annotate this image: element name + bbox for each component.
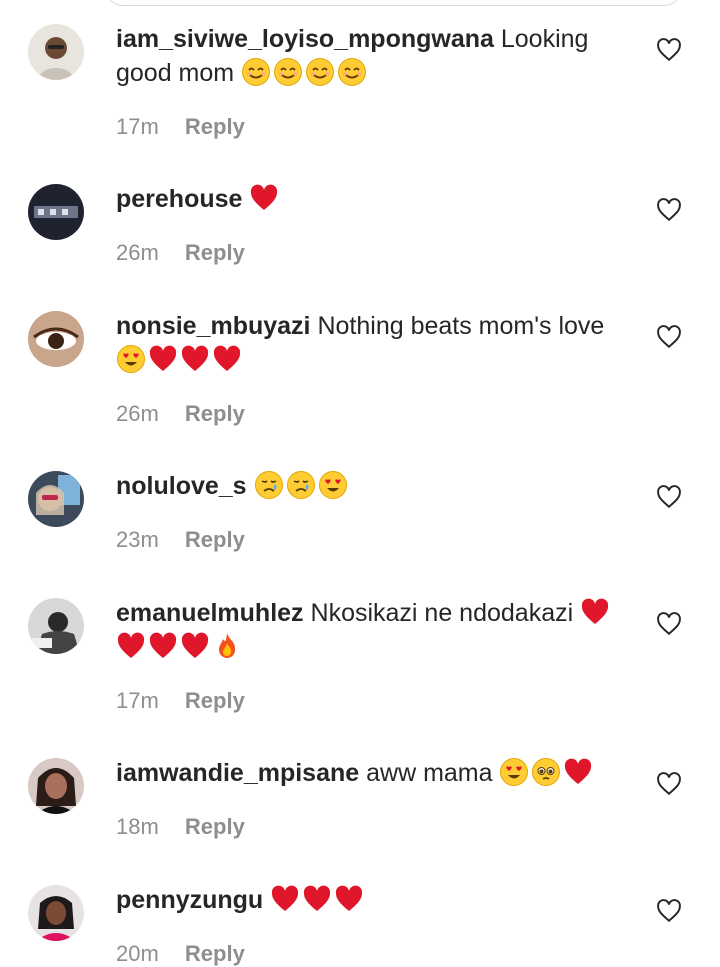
reply-button[interactable]: Reply <box>185 688 245 713</box>
smile-emoji-icon <box>337 57 369 87</box>
like-heart-icon[interactable] <box>656 899 682 923</box>
comment-text: nolulove_s <box>116 469 631 503</box>
smile-emoji-icon <box>273 57 305 87</box>
comment-username[interactable]: nolulove_s <box>116 472 247 500</box>
heart-emoji-icon <box>148 344 180 374</box>
avatar[interactable] <box>28 471 84 527</box>
comment-username[interactable]: iamwandie_mpisane <box>116 759 359 787</box>
smile-emoji-icon <box>305 57 337 87</box>
fire-emoji-icon <box>212 631 244 661</box>
reply-button[interactable]: Reply <box>185 401 245 426</box>
heart-emoji-icon <box>249 183 281 213</box>
heart-eyes-emoji-icon <box>116 344 148 374</box>
heart-emoji-icon <box>180 631 212 661</box>
reply-button[interactable]: Reply <box>185 941 245 966</box>
reply-button[interactable]: Reply <box>185 527 245 552</box>
crying-emoji-icon <box>254 470 286 500</box>
heart-emoji-icon <box>148 631 180 661</box>
comment-username[interactable]: iam_siviwe_loyiso_mpongwana <box>116 25 494 53</box>
heart-emoji-icon <box>334 884 366 914</box>
pleading-emoji-icon <box>531 757 563 787</box>
comment-text: emanuelmuhlez Nkosikazi ne ndodakazi <box>116 596 631 664</box>
avatar[interactable] <box>28 758 84 814</box>
comment-meta: 23m Reply <box>116 527 245 553</box>
heart-emoji-icon <box>116 631 148 661</box>
comment-timestamp: 23m <box>116 527 159 552</box>
heart-emoji-icon <box>180 344 212 374</box>
comment-meta: 20m Reply <box>116 941 245 967</box>
comment-username[interactable]: nonsie_mbuyazi <box>116 312 311 340</box>
like-heart-icon[interactable] <box>656 485 682 509</box>
heart-emoji-icon <box>302 884 334 914</box>
comment-text: nonsie_mbuyazi Nothing beats mom's love <box>116 309 631 377</box>
comment-input-box-edge[interactable] <box>105 0 682 6</box>
heart-eyes-emoji-icon <box>318 470 350 500</box>
like-heart-icon[interactable] <box>656 38 682 62</box>
avatar[interactable] <box>28 311 84 367</box>
comment-meta: 26m Reply <box>116 240 245 266</box>
comment-timestamp: 17m <box>116 688 159 713</box>
crying-emoji-icon <box>286 470 318 500</box>
like-heart-icon[interactable] <box>656 772 682 796</box>
comment-text: iamwandie_mpisane aww mama <box>116 756 631 790</box>
comment-username[interactable]: emanuelmuhlez <box>116 599 304 627</box>
like-heart-icon[interactable] <box>656 325 682 349</box>
comment-username[interactable]: perehouse <box>116 185 242 213</box>
reply-button[interactable]: Reply <box>185 814 245 839</box>
comment-message: Nkosikazi ne ndodakazi <box>310 599 574 627</box>
comment-text: iam_siviwe_loyiso_mpongwana Looking good… <box>116 22 631 90</box>
heart-emoji-icon <box>563 757 595 787</box>
comment-meta: 18m Reply <box>116 814 245 840</box>
comment-emojis <box>270 884 366 914</box>
like-heart-icon[interactable] <box>656 198 682 222</box>
comment-meta: 26m Reply <box>116 401 245 427</box>
comment-meta: 17m Reply <box>116 688 245 714</box>
comment-message: aww mama <box>366 759 493 787</box>
comment-username[interactable]: pennyzungu <box>116 886 263 914</box>
avatar[interactable] <box>28 24 84 80</box>
reply-button[interactable]: Reply <box>185 240 245 265</box>
comment-emojis <box>254 470 350 500</box>
comment-timestamp: 18m <box>116 814 159 839</box>
comment-emojis <box>249 183 281 213</box>
comment-timestamp: 26m <box>116 401 159 426</box>
smile-emoji-icon <box>241 57 273 87</box>
comment-timestamp: 26m <box>116 240 159 265</box>
comment-timestamp: 20m <box>116 941 159 966</box>
comment-emojis <box>241 57 369 87</box>
avatar[interactable] <box>28 184 84 240</box>
heart-emoji-icon <box>212 344 244 374</box>
heart-emoji-icon <box>270 884 302 914</box>
comment-meta: 17m Reply <box>116 114 245 140</box>
comment-message: Nothing beats mom's love <box>317 312 605 340</box>
comment-emojis <box>116 344 244 374</box>
reply-button[interactable]: Reply <box>185 114 245 139</box>
comment-text: perehouse <box>116 182 631 216</box>
comment-text: pennyzungu <box>116 883 631 917</box>
comment-timestamp: 17m <box>116 114 159 139</box>
avatar[interactable] <box>28 598 84 654</box>
heart-eyes-emoji-icon <box>499 757 531 787</box>
comment-emojis <box>499 757 595 787</box>
heart-emoji-icon <box>580 597 612 627</box>
like-heart-icon[interactable] <box>656 612 682 636</box>
avatar[interactable] <box>28 885 84 941</box>
